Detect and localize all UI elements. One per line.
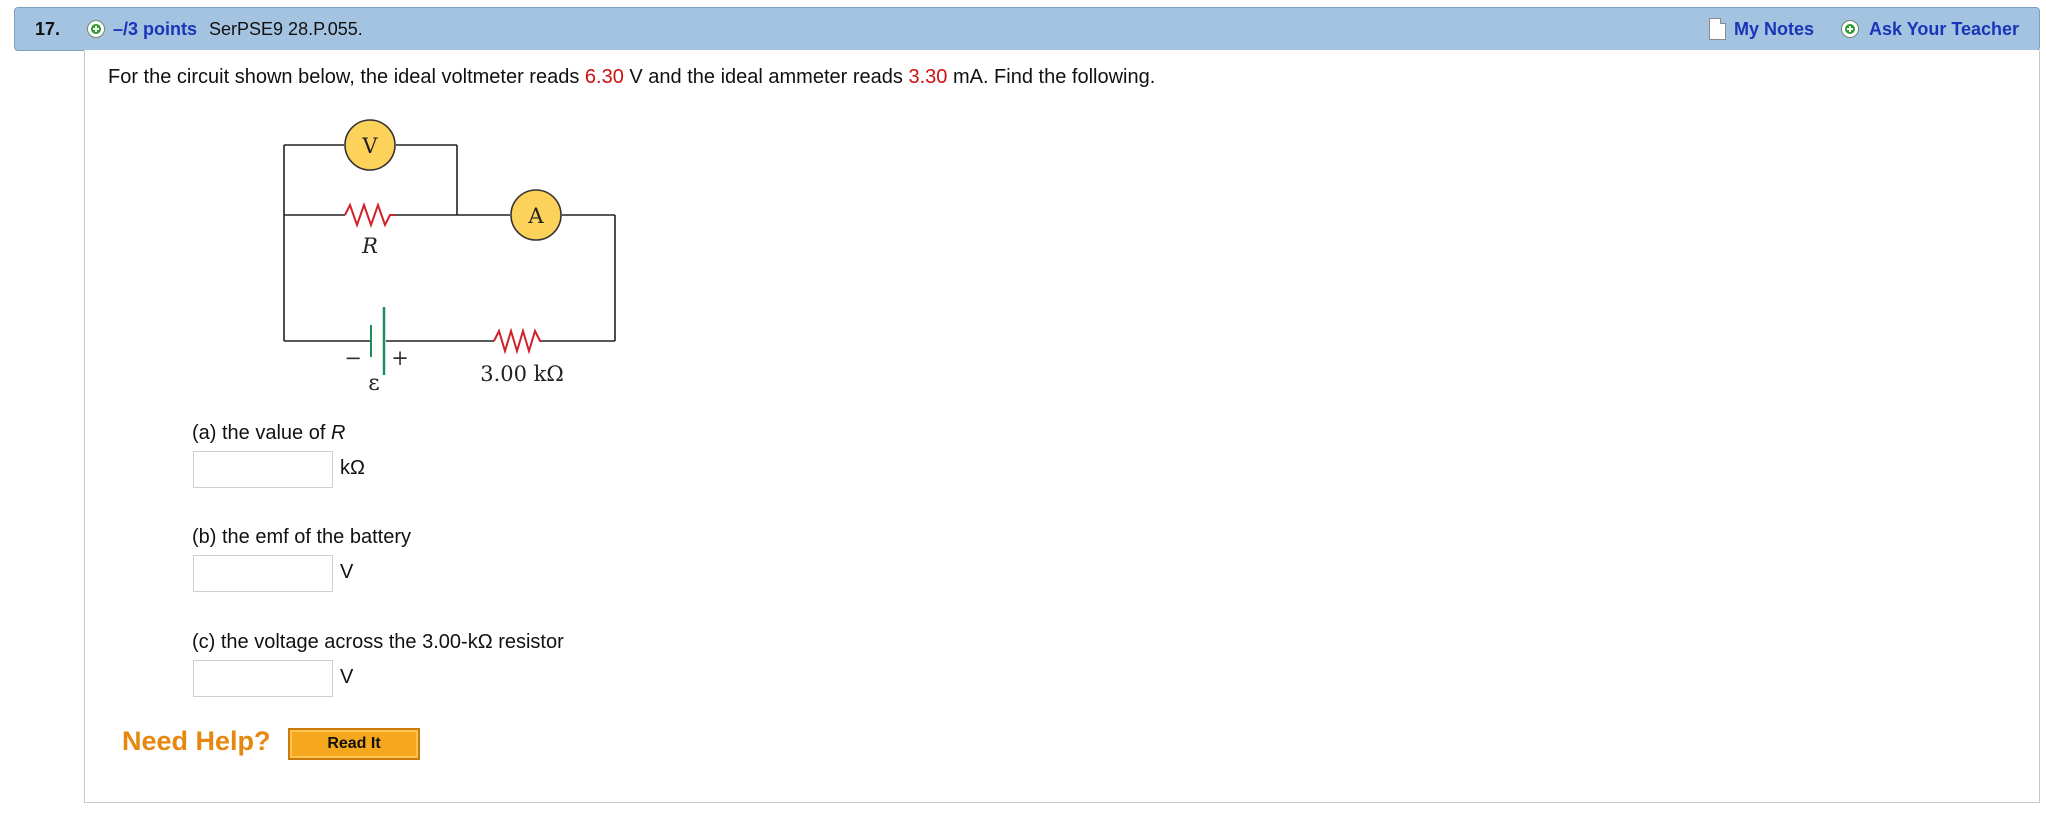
- resistor-r-zigzag: [344, 201, 395, 229]
- voltmeter-symbol: V: [361, 134, 378, 158]
- my-notes-link[interactable]: My Notes: [1734, 19, 1814, 40]
- part-a-answer-input[interactable]: [193, 451, 333, 488]
- question-header: 17. –/3 points SerPSE9 28.P.055. My Note…: [14, 7, 2040, 51]
- part-b-unit: V: [340, 561, 354, 583]
- battery-minus-sign: −: [344, 346, 362, 370]
- notes-icon[interactable]: [1709, 18, 1726, 40]
- part-c-answer-input[interactable]: [193, 660, 333, 697]
- intro-text-1: For the circuit shown below, the ideal v…: [108, 66, 585, 88]
- voltmeter-reading-value: 6.30: [584, 66, 624, 88]
- question-number: 17.: [35, 18, 61, 39]
- intro-text-3: mA. Find the following.: [947, 66, 1156, 88]
- circuit-diagram: V A R − + ε 3.00 kΩ: [283, 119, 616, 396]
- part-a-prompt: (a) the value of R: [192, 422, 345, 445]
- points-group: –/3 points SerPSE9 28.P.055.: [87, 8, 363, 50]
- part-a-text: (a) the value of: [192, 422, 331, 444]
- battery-plus-sign: +: [391, 346, 409, 370]
- resistor-r-label: R: [361, 234, 378, 258]
- expand-plus-icon[interactable]: [87, 20, 105, 38]
- need-help-label: Need Help?: [122, 726, 271, 756]
- points-link[interactable]: –/3 points: [113, 19, 197, 40]
- resistor-3k-zigzag: [493, 327, 542, 355]
- ask-teacher-link[interactable]: Ask Your Teacher: [1869, 19, 2019, 40]
- ammeter-reading-value: 3.30: [908, 66, 948, 88]
- ammeter-symbol: A: [527, 204, 544, 228]
- my-notes-group[interactable]: My Notes: [1709, 8, 1814, 50]
- fixed-resistor-label: 3.00 kΩ: [480, 362, 564, 386]
- emf-label: ε: [368, 371, 379, 396]
- read-it-button[interactable]: Read It: [288, 728, 420, 760]
- ask-teacher-plus-icon[interactable]: [1841, 20, 1859, 38]
- ask-teacher-group[interactable]: Ask Your Teacher: [1841, 8, 2019, 50]
- problem-statement: For the circuit shown below, the ideal v…: [108, 66, 1155, 89]
- part-b-answer-input[interactable]: [193, 555, 333, 592]
- part-c-unit: V: [340, 666, 354, 688]
- part-c-prompt: (c) the voltage across the 3.00-kΩ resis…: [192, 631, 564, 653]
- intro-text-2: V and the ideal ammeter reads: [623, 66, 909, 88]
- part-a-unit: kΩ: [340, 457, 365, 479]
- part-b-prompt: (b) the emf of the battery: [192, 526, 411, 548]
- part-a-variable: R: [330, 422, 346, 444]
- problem-code: SerPSE9 28.P.055.: [209, 18, 363, 39]
